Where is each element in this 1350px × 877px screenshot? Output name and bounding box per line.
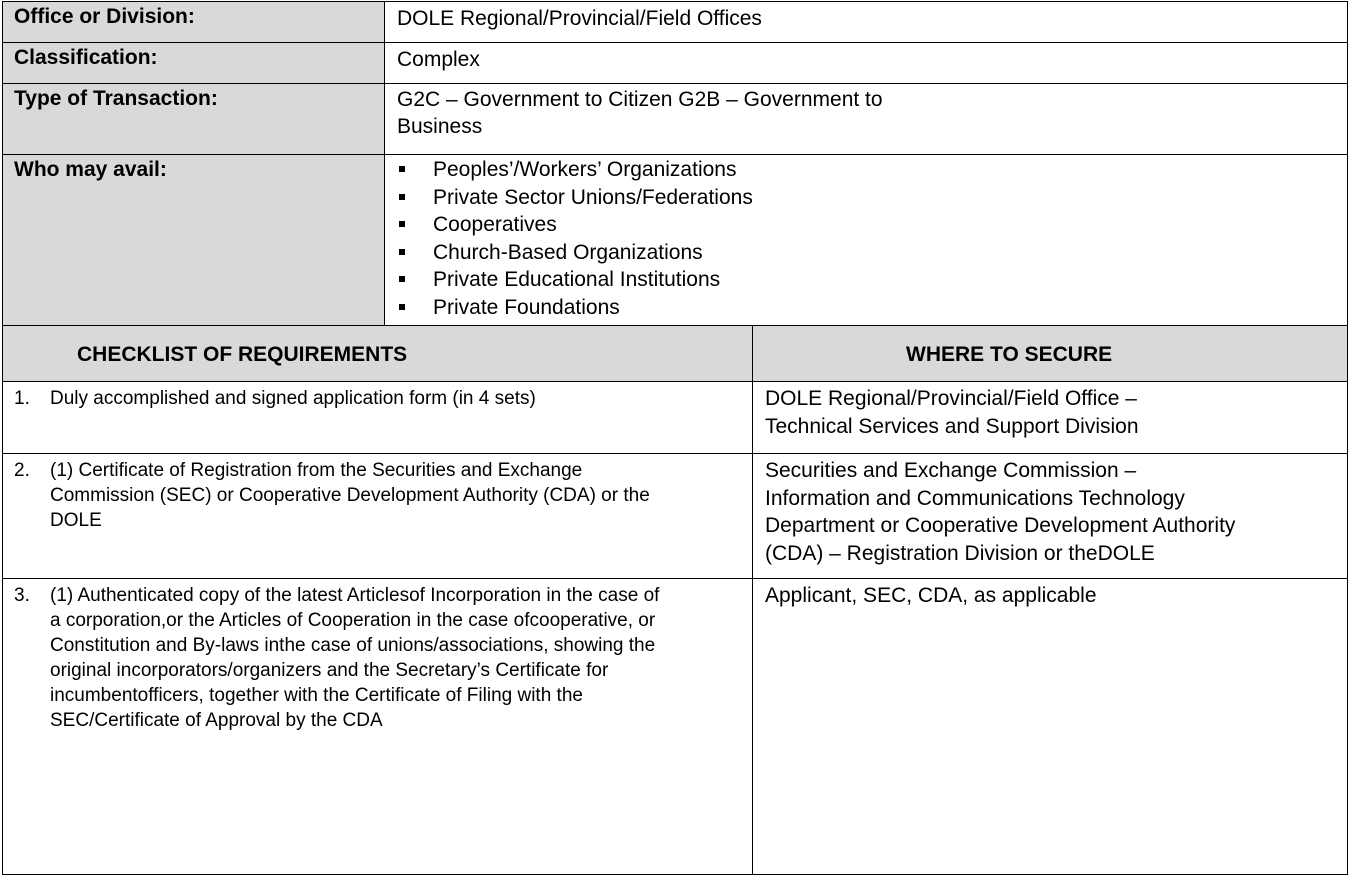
avail-item-text: Private Sector Unions/Federations (433, 185, 753, 209)
avail-item-text: Peoples’/Workers’ Organizations (433, 158, 737, 181)
where-header-cell: WHERE TO SECURE (752, 325, 1348, 382)
where-cell: DOLE Regional/Provincial/Field Office – … (752, 381, 1348, 454)
row-number: 3. (14, 585, 30, 606)
bullet-icon (399, 248, 405, 255)
transaction-line: G2C – Government to Citizen G2B – Govern… (397, 88, 883, 111)
classification-value: Complex (397, 48, 480, 71)
bullet-icon (399, 221, 405, 228)
bullet-icon (399, 276, 405, 283)
where-header: WHERE TO SECURE (906, 343, 1113, 366)
list-item: Private Sector Unions/Federations (397, 184, 753, 212)
row-number: 1. (14, 388, 30, 409)
avail-item-text: Church-Based Organizations (433, 240, 703, 264)
where-text: Securities and Exchange Commission – Inf… (765, 457, 1235, 567)
table-row: 2. (1) Certificate of Registration from … (2, 453, 753, 579)
list-item: Church-Based Organizations (397, 239, 753, 267)
where-text: DOLE Regional/Provincial/Field Office – … (765, 385, 1139, 440)
checklist-header: CHECKLIST OF REQUIREMENTS (77, 343, 408, 366)
avail-value-cell: Peoples’/Workers’ Organizations Private … (384, 154, 1348, 326)
requirement-line: Commission (SEC) or Cooperative Developm… (50, 485, 650, 506)
where-cell: Securities and Exchange Commission – Inf… (752, 453, 1348, 579)
requirement-line: incumbentofficers, together with the Cer… (50, 685, 583, 706)
list-item: Private Educational Institutions (397, 266, 753, 294)
list-item: Cooperatives (397, 211, 753, 239)
classification-value-cell: Complex (384, 42, 1348, 84)
requirement-text: (1) Certificate of Registration from the… (50, 458, 650, 533)
office-label: Office or Division: (14, 5, 195, 28)
transaction-label-cell: Type of Transaction: (2, 83, 385, 155)
avail-list: Peoples’/Workers’ Organizations Private … (397, 156, 753, 322)
avail-item-text: Cooperatives (433, 213, 557, 237)
office-label-cell: Office or Division: (2, 1, 385, 43)
avail-label-cell: Who may avail: (2, 154, 385, 326)
where-line: Department or Cooperative Development Au… (765, 514, 1236, 537)
requirement-line: a corporation,or the Articles of Coopera… (50, 610, 656, 631)
requirement-text: (1) Authenticated copy of the latest Art… (50, 583, 659, 733)
avail-label: Who may avail: (14, 158, 167, 181)
table-row: 3. (1) Authenticated copy of the latest … (2, 578, 753, 875)
list-item: Private Foundations (397, 294, 753, 322)
avail-item-text: Private Foundations (433, 295, 620, 319)
bullet-icon (399, 303, 405, 310)
requirement-text: Duly accomplished and signed application… (50, 386, 536, 411)
service-info-table: Office or Division: DOLE Regional/Provin… (2, 1, 1348, 875)
bullet-icon (399, 166, 405, 172)
transaction-value: G2C – Government to Citizen G2B – Govern… (397, 86, 883, 140)
table-row: 1. Duly accomplished and signed applicat… (2, 381, 753, 454)
requirement-line: original incorporators/organizers and th… (50, 660, 609, 681)
classification-label: Classification: (14, 46, 158, 69)
bullet-icon (399, 193, 405, 200)
requirement-line: DOLE (50, 510, 102, 531)
where-line: Applicant, SEC, CDA, as applicable (765, 584, 1097, 607)
checklist-header-cell: CHECKLIST OF REQUIREMENTS (2, 325, 753, 382)
requirement-line: Constitution and By-laws inthe case of u… (50, 635, 656, 656)
where-line: Information and Communications Technolog… (765, 486, 1185, 510)
avail-item-text: Private Educational Institutions (433, 268, 721, 292)
where-text: Applicant, SEC, CDA, as applicable (765, 582, 1097, 610)
transaction-value-cell: G2C – Government to Citizen G2B – Govern… (384, 83, 1348, 155)
where-line: DOLE Regional/Provincial/Field Office – (765, 387, 1137, 410)
transaction-label: Type of Transaction: (14, 87, 218, 110)
list-item: Peoples’/Workers’ Organizations (397, 156, 753, 184)
requirement-line: (1) Authenticated copy of the latest Art… (50, 585, 660, 606)
requirement-line: SEC/Certificate of Approval by the CDA (50, 710, 383, 731)
office-value-cell: DOLE Regional/Provincial/Field Offices (384, 1, 1348, 43)
transaction-line: Business (397, 115, 483, 138)
classification-label-cell: Classification: (2, 42, 385, 84)
where-cell: Applicant, SEC, CDA, as applicable (752, 578, 1348, 875)
where-line: (CDA) – Registration Division or theDOLE (765, 541, 1155, 565)
requirement-line: (1) Certificate of Registration from the… (50, 460, 583, 481)
requirement-line: Duly accomplished and signed application… (50, 388, 536, 409)
where-line: Securities and Exchange Commission – (765, 459, 1137, 482)
where-line: Technical Services and Support Division (765, 414, 1139, 438)
row-number: 2. (14, 460, 30, 481)
office-value: DOLE Regional/Provincial/Field Offices (397, 7, 762, 30)
